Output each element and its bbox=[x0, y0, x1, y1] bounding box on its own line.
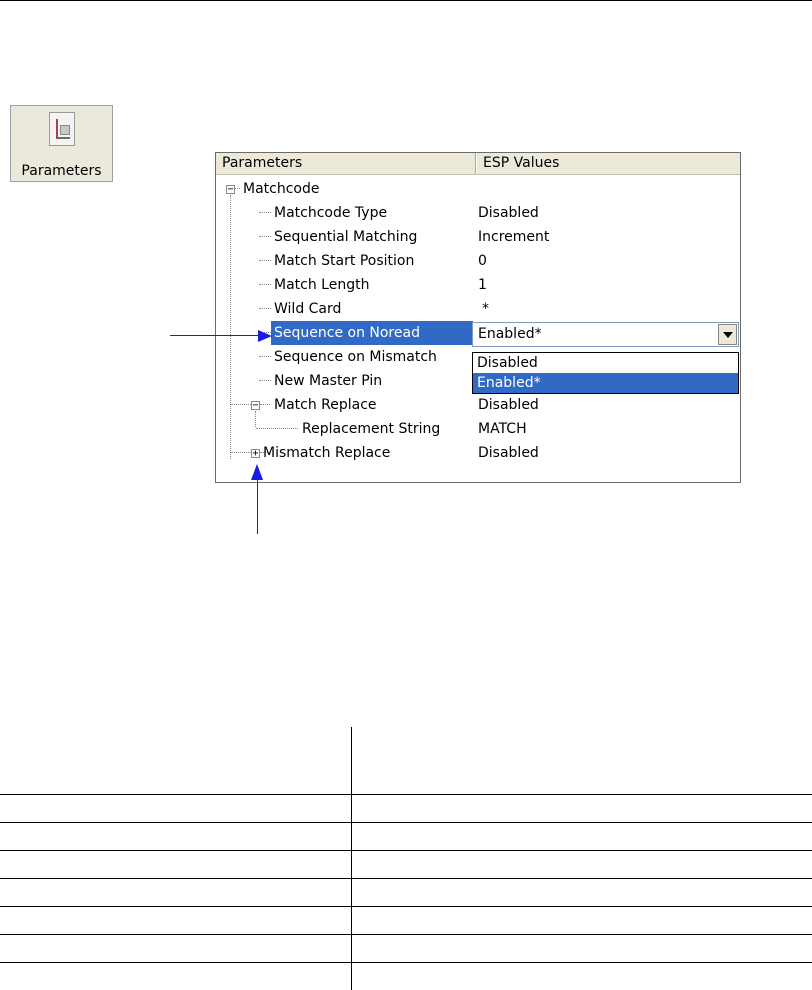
tree-row-matchcode-type[interactable]: Matchcode Type Disabled bbox=[216, 201, 740, 225]
dropdown-option-highlighted[interactable]: Enabled* bbox=[473, 373, 738, 393]
row-value[interactable]: 0 bbox=[478, 249, 487, 273]
arrow-up-icon bbox=[251, 464, 263, 480]
page-top-rule bbox=[0, 0, 812, 1]
column-header-esp-values[interactable]: ESP Values bbox=[476, 153, 740, 174]
row-name: Sequential Matching bbox=[274, 229, 418, 245]
parameters-toolbar-button[interactable]: Parameters bbox=[10, 105, 113, 182]
table-row-line bbox=[0, 822, 812, 823]
row-name-selected: Sequence on Noread bbox=[271, 321, 473, 345]
table-column-divider bbox=[351, 727, 352, 990]
parameters-document-icon bbox=[49, 112, 75, 146]
row-value[interactable]: Disabled bbox=[478, 441, 539, 465]
row-value[interactable]: Disabled bbox=[478, 201, 539, 225]
table-row-line bbox=[0, 878, 812, 879]
table-row-line bbox=[0, 794, 812, 795]
row-value[interactable]: 1 bbox=[478, 273, 487, 297]
table-row-line bbox=[0, 906, 812, 907]
grid-header: Parameters ESP Values bbox=[216, 153, 740, 175]
arrow-right-icon bbox=[258, 330, 272, 342]
row-name: New Master Pin bbox=[274, 373, 383, 389]
tree-row-mismatch-replace[interactable]: + Mismatch Replace Disabled bbox=[216, 441, 740, 465]
sequence-on-noread-select[interactable]: Enabled* bbox=[472, 322, 739, 347]
tree-row-replacement-string[interactable]: Replacement String MATCH bbox=[216, 417, 740, 441]
row-name: Match Start Position bbox=[274, 253, 415, 269]
parameters-button-label: Parameters bbox=[21, 163, 102, 179]
parameters-property-grid[interactable]: Parameters ESP Values − Matchcode Matchc… bbox=[215, 152, 741, 483]
row-value[interactable]: * bbox=[482, 297, 489, 321]
collapse-matchcode-icon[interactable]: − bbox=[226, 185, 235, 195]
expand-mismatch-replace-icon[interactable]: + bbox=[251, 449, 260, 459]
dropdown-option[interactable]: Disabled bbox=[473, 353, 738, 373]
row-name: Replacement String bbox=[302, 421, 441, 437]
row-name: Mismatch Replace bbox=[263, 445, 391, 461]
callout-arrow-line bbox=[257, 478, 258, 534]
chevron-down-icon[interactable] bbox=[718, 324, 737, 345]
tree-row-match-length[interactable]: Match Length 1 bbox=[216, 273, 740, 297]
table-row-line bbox=[0, 934, 812, 935]
row-value[interactable]: Disabled bbox=[478, 393, 539, 417]
row-name: Match Length bbox=[274, 277, 370, 293]
column-header-parameters[interactable]: Parameters bbox=[216, 153, 476, 174]
select-current-value: Enabled* bbox=[478, 326, 542, 342]
tree-row-sequential-matching[interactable]: Sequential Matching Increment bbox=[216, 225, 740, 249]
row-value[interactable]: Increment bbox=[478, 225, 549, 249]
tree-row-matchcode[interactable]: − Matchcode bbox=[216, 177, 740, 201]
tree-row-wild-card[interactable]: Wild Card * bbox=[216, 297, 740, 321]
table-row-line bbox=[0, 850, 812, 851]
row-name: Wild Card bbox=[274, 301, 342, 317]
row-name: Match Replace bbox=[274, 397, 377, 413]
table-row-line bbox=[0, 962, 812, 963]
dropdown-list[interactable]: Disabled Enabled* bbox=[472, 352, 739, 394]
tree-row-match-start-position[interactable]: Match Start Position 0 bbox=[216, 249, 740, 273]
callout-arrow-line bbox=[170, 335, 262, 336]
tree-row-match-replace[interactable]: − Match Replace Disabled bbox=[216, 393, 740, 417]
collapse-match-replace-icon[interactable]: − bbox=[251, 401, 260, 411]
row-name: Matchcode bbox=[243, 181, 320, 197]
row-name: Sequence on Mismatch bbox=[274, 349, 437, 365]
row-value[interactable]: MATCH bbox=[478, 417, 527, 441]
row-name: Matchcode Type bbox=[274, 205, 388, 221]
